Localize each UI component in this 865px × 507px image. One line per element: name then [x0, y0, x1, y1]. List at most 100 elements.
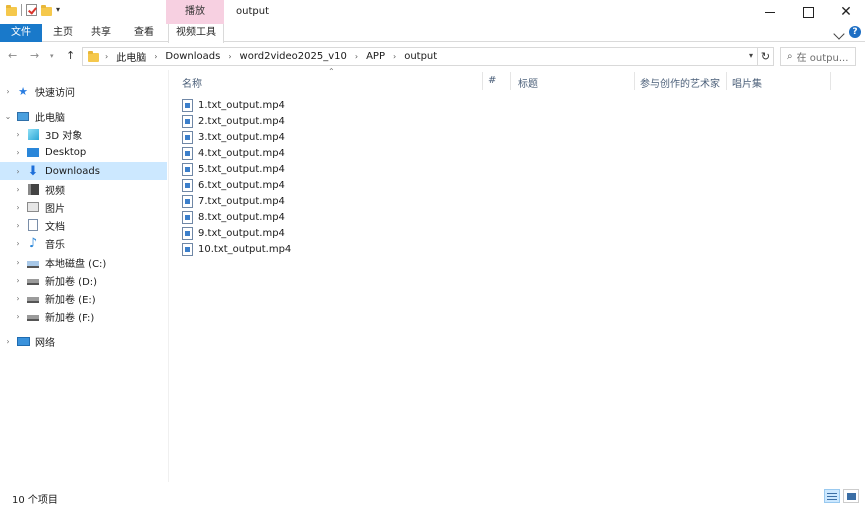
chevron-right-icon[interactable]: ›	[10, 276, 26, 285]
chevron-right-icon[interactable]: ›	[10, 185, 26, 194]
chevron-right-icon[interactable]: ›	[10, 258, 26, 267]
new-folder-icon[interactable]	[41, 4, 52, 16]
sidebar-item-label: 网络	[35, 337, 55, 349]
search-icon: ⌕	[787, 51, 793, 62]
sidebar-item-3d-objects[interactable]: › 3D 对象	[0, 125, 167, 143]
up-arrow-icon[interactable]: ↑	[66, 49, 75, 62]
chevron-right-icon[interactable]: ›	[0, 337, 16, 346]
chevron-right-icon[interactable]: ›	[10, 221, 26, 230]
file-name: 8.txt_output.mp4	[198, 211, 285, 223]
column-divider[interactable]	[726, 72, 727, 90]
large-icons-view-button[interactable]	[843, 489, 859, 503]
chevron-right-icon[interactable]: ›	[10, 130, 26, 139]
sidebar-item-label: 新加卷 (F:)	[45, 312, 95, 324]
tab-share[interactable]: 共享	[84, 24, 118, 42]
column-divider[interactable]	[482, 72, 483, 90]
video-file-icon	[182, 242, 193, 256]
address-bar[interactable]: › 此电脑 › Downloads › word2video2025_v10 ›…	[82, 47, 758, 66]
chevron-right-icon[interactable]: ›	[10, 312, 26, 321]
sidebar-item-this-pc[interactable]: ⌄ 此电脑	[0, 107, 167, 125]
file-name: 5.txt_output.mp4	[198, 163, 285, 175]
sidebar-item-label: 快速访问	[35, 87, 75, 99]
list-item[interactable]: 10.txt_output.mp4	[182, 241, 291, 257]
context-tab-group: 播放	[166, 0, 224, 24]
status-bar: 10 个项目	[0, 484, 865, 507]
refresh-button[interactable]: ↻	[758, 47, 774, 66]
chevron-right-icon[interactable]: ›	[0, 87, 16, 96]
chevron-right-icon[interactable]: ›	[10, 167, 26, 176]
column-header-title[interactable]: 标题	[518, 75, 538, 90]
column-header-artists[interactable]: 参与创作的艺术家	[640, 75, 720, 90]
chevron-right-icon[interactable]: ›	[10, 203, 26, 212]
sidebar-item-music[interactable]: › ♪ 音乐	[0, 234, 167, 252]
breadcrumb-output[interactable]: output	[404, 51, 437, 62]
breadcrumb-this-pc[interactable]: 此电脑	[116, 49, 146, 64]
file-name: 4.txt_output.mp4	[198, 147, 285, 159]
list-item[interactable]: 8.txt_output.mp4	[182, 209, 291, 225]
chevron-right-icon[interactable]: ›	[355, 52, 358, 61]
sidebar-item-desktop[interactable]: › Desktop	[0, 143, 167, 161]
file-name: 7.txt_output.mp4	[198, 195, 285, 207]
column-divider[interactable]	[510, 72, 511, 90]
column-header-number[interactable]: #	[488, 75, 496, 86]
file-name: 9.txt_output.mp4	[198, 227, 285, 239]
chevron-right-icon[interactable]: ›	[228, 52, 231, 61]
sidebar-item-quick-access[interactable]: › ★ 快速访问	[0, 82, 167, 100]
details-view-button[interactable]	[824, 489, 840, 503]
sidebar-item-documents[interactable]: › 文档	[0, 216, 167, 234]
close-button[interactable]: ✕	[827, 0, 865, 24]
list-item[interactable]: 4.txt_output.mp4	[182, 145, 291, 161]
sidebar-item-network[interactable]: › 网络	[0, 332, 167, 350]
search-input[interactable]: ⌕ 在 outpu...	[780, 47, 856, 66]
column-divider[interactable]	[830, 72, 831, 90]
column-header-name[interactable]: 名称	[182, 75, 202, 90]
list-item[interactable]: 7.txt_output.mp4	[182, 193, 291, 209]
chevron-right-icon[interactable]: ›	[10, 294, 26, 303]
sidebar-item-drive-e[interactable]: › 新加卷 (E:)	[0, 289, 167, 307]
tab-view[interactable]: 查看	[126, 24, 162, 42]
sidebar-item-drive-d[interactable]: › 新加卷 (D:)	[0, 271, 167, 289]
column-header-album[interactable]: 唱片集	[732, 75, 762, 90]
sidebar-item-label: 新加卷 (D:)	[45, 276, 98, 288]
navigation-pane: › ★ 快速访问 ⌄ 此电脑 › 3D 对象 › Desktop › ⬇ Dow…	[0, 76, 168, 484]
chevron-right-icon[interactable]: ›	[154, 52, 157, 61]
pane-divider[interactable]	[168, 70, 169, 482]
maximize-button[interactable]	[789, 0, 827, 24]
list-item[interactable]: 6.txt_output.mp4	[182, 177, 291, 193]
video-file-icon	[182, 162, 193, 176]
chevron-down-icon[interactable]: ▾	[749, 51, 753, 60]
list-item[interactable]: 1.txt_output.mp4	[182, 97, 291, 113]
list-item[interactable]: 9.txt_output.mp4	[182, 225, 291, 241]
chevron-right-icon[interactable]: ›	[10, 148, 26, 157]
help-icon[interactable]: ?	[849, 26, 861, 38]
tab-home[interactable]: 主页	[46, 24, 80, 42]
forward-arrow-icon[interactable]: →	[30, 49, 39, 62]
breadcrumb-app[interactable]: APP	[366, 51, 385, 62]
sidebar-item-drive-c[interactable]: › 本地磁盘 (C:)	[0, 253, 167, 271]
breadcrumb-downloads[interactable]: Downloads	[165, 51, 220, 62]
sidebar-item-pictures[interactable]: › 图片	[0, 198, 167, 216]
sidebar-item-drive-f[interactable]: › 新加卷 (F:)	[0, 307, 167, 325]
chevron-right-icon[interactable]: ›	[393, 52, 396, 61]
list-item[interactable]: 3.txt_output.mp4	[182, 129, 291, 145]
tab-video-tools[interactable]: 视频工具	[168, 24, 224, 43]
list-item[interactable]: 2.txt_output.mp4	[182, 113, 291, 129]
minimize-button[interactable]	[751, 0, 789, 24]
breadcrumb-word2video[interactable]: word2video2025_v10	[240, 51, 347, 62]
column-divider[interactable]	[634, 72, 635, 90]
chevron-down-icon[interactable]: ⌄	[0, 112, 16, 121]
tab-file[interactable]: 文件	[0, 24, 42, 42]
sidebar-item-downloads[interactable]: › ⬇ Downloads	[0, 162, 167, 180]
recent-locations-icon[interactable]: ▾	[50, 52, 54, 60]
chevron-right-icon[interactable]: ›	[10, 239, 26, 248]
back-arrow-icon[interactable]: ←	[8, 49, 17, 62]
sidebar-item-label: 音乐	[45, 239, 65, 251]
customize-toolbar-icon[interactable]: ▾	[56, 6, 60, 14]
chevron-right-icon[interactable]: ›	[105, 52, 108, 61]
document-icon	[26, 219, 40, 231]
list-item[interactable]: 5.txt_output.mp4	[182, 161, 291, 177]
properties-icon[interactable]	[26, 4, 37, 16]
sidebar-item-videos[interactable]: › 视频	[0, 180, 167, 198]
video-file-icon	[182, 146, 193, 160]
expand-ribbon-icon[interactable]	[833, 28, 845, 40]
